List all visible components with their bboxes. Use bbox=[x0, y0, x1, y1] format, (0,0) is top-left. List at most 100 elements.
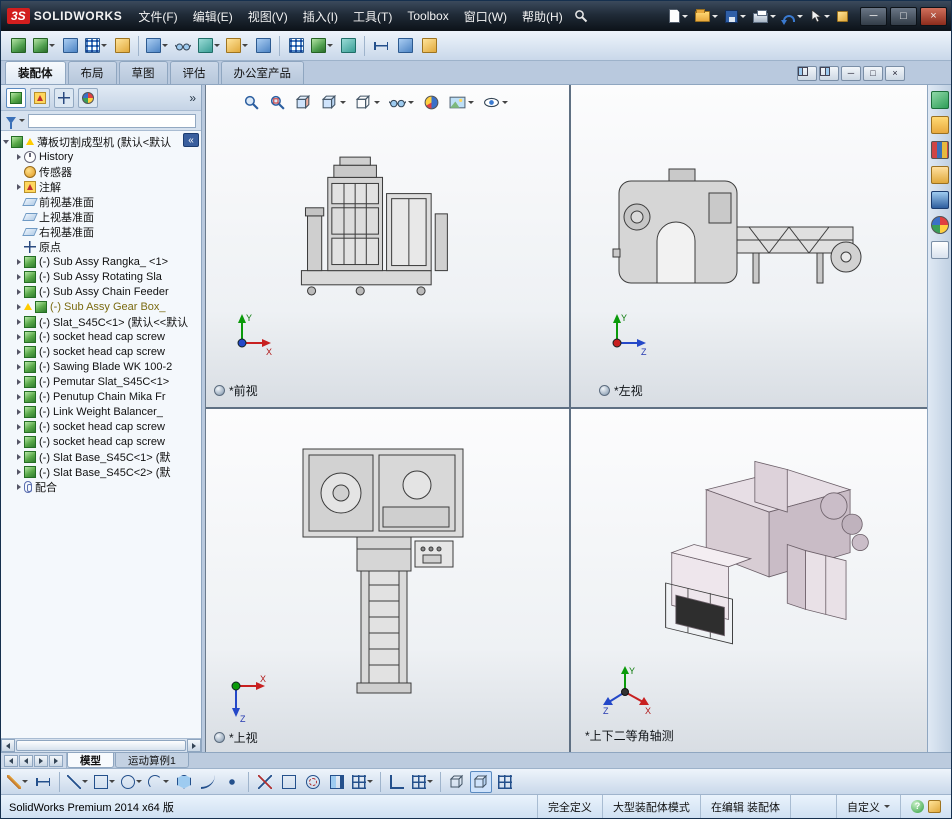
quick-snaps-button[interactable] bbox=[410, 771, 435, 793]
options-button[interactable] bbox=[834, 5, 851, 27]
tree-item-component[interactable]: (-) socket head cap screw bbox=[1, 434, 201, 449]
show-hidden-components-button[interactable] bbox=[172, 35, 194, 57]
linear-component-pattern-button[interactable] bbox=[83, 35, 109, 57]
new-motion-study-button[interactable] bbox=[252, 35, 274, 57]
scroll-right-button[interactable] bbox=[187, 739, 201, 752]
exploded-view-button[interactable] bbox=[309, 35, 335, 57]
mass-properties-button[interactable] bbox=[394, 35, 416, 57]
zoom-to-fit-button[interactable] bbox=[240, 91, 263, 113]
tab-sketch[interactable]: 草图 bbox=[118, 61, 168, 84]
scroll-left-button[interactable] bbox=[1, 739, 15, 752]
tree-item-component[interactable]: (-) Sub Assy Chain Feeder bbox=[1, 284, 201, 299]
appearances-icon[interactable] bbox=[930, 216, 949, 234]
smart-fasteners-button[interactable] bbox=[111, 35, 133, 57]
tree-item-mates[interactable]: 配合 bbox=[1, 479, 201, 494]
tab-office-products[interactable]: 办公室产品 bbox=[220, 61, 304, 84]
menu-help[interactable]: 帮助(H) bbox=[515, 3, 570, 30]
mate-button[interactable] bbox=[59, 35, 81, 57]
close-button[interactable]: × bbox=[920, 6, 947, 26]
reference-geometry-button[interactable] bbox=[224, 35, 250, 57]
tree-item-component[interactable]: (-) Slat Base_S45C<2> (默 bbox=[1, 464, 201, 479]
collapse-panel-button[interactable]: « bbox=[183, 133, 199, 147]
tab-motion-study[interactable]: 运动算例1 bbox=[115, 753, 189, 768]
mirror-entities-tool[interactable] bbox=[326, 771, 348, 793]
property-manager-tab[interactable] bbox=[30, 87, 50, 108]
custom-properties-icon[interactable] bbox=[930, 241, 949, 259]
apply-scene-button[interactable] bbox=[446, 91, 477, 113]
tree-item-right-plane[interactable]: 右视基准面 bbox=[1, 224, 201, 239]
doc-view-right-icon[interactable] bbox=[819, 66, 839, 81]
hide-show-items-button[interactable] bbox=[386, 91, 417, 113]
viewport-left[interactable]: Y Z *左视 bbox=[571, 85, 927, 407]
measure-button[interactable] bbox=[370, 35, 392, 57]
tree-item-component[interactable]: (-) socket head cap screw bbox=[1, 329, 201, 344]
menu-insert[interactable]: 插入(I) bbox=[296, 3, 345, 30]
design-library-icon[interactable] bbox=[930, 141, 949, 159]
menu-window[interactable]: 窗口(W) bbox=[457, 3, 514, 30]
tab-assembly[interactable]: 装配体 bbox=[5, 61, 66, 84]
tree-item-top-plane[interactable]: 上视基准面 bbox=[1, 209, 201, 224]
panel-overflow-chevron[interactable]: » bbox=[189, 91, 196, 105]
wireframe-display-button[interactable] bbox=[446, 771, 468, 793]
viewport-top[interactable]: X Z *上视 bbox=[206, 409, 569, 752]
interference-detection-button[interactable] bbox=[337, 35, 359, 57]
sketch-button[interactable] bbox=[5, 771, 30, 793]
undo-button[interactable] bbox=[780, 5, 806, 27]
tree-item-origin[interactable]: 原点 bbox=[1, 239, 201, 254]
feature-manager-tab[interactable] bbox=[6, 87, 26, 108]
tree-item-front-plane[interactable]: 前视基准面 bbox=[1, 194, 201, 209]
filter-funnel-icon[interactable] bbox=[6, 117, 16, 129]
doc-restore-button[interactable]: □ bbox=[863, 66, 883, 81]
line-tool[interactable] bbox=[65, 771, 90, 793]
tree-item-history[interactable]: History bbox=[1, 149, 201, 164]
doc-minimize-button[interactable]: ─ bbox=[841, 66, 861, 81]
search-icon[interactable] bbox=[571, 5, 591, 27]
trim-entities-tool[interactable] bbox=[254, 771, 276, 793]
viewport-front[interactable]: Y X *前视 bbox=[206, 85, 569, 407]
display-manager-tab[interactable] bbox=[78, 87, 98, 108]
filter-input[interactable] bbox=[28, 113, 196, 128]
minimize-button[interactable]: ─ bbox=[860, 6, 887, 26]
maximize-button[interactable]: □ bbox=[890, 6, 917, 26]
viewport-horizontal-splitter[interactable] bbox=[206, 407, 927, 409]
menu-view[interactable]: 视图(V) bbox=[241, 3, 295, 30]
scroll-first-button[interactable] bbox=[4, 754, 18, 767]
configuration-manager-tab[interactable] bbox=[54, 87, 74, 108]
equations-button[interactable] bbox=[418, 35, 440, 57]
save-button[interactable] bbox=[722, 5, 749, 27]
tab-layout[interactable]: 布局 bbox=[67, 61, 117, 84]
insert-components-button[interactable] bbox=[31, 35, 57, 57]
customize-menu-button[interactable]: 自定义 bbox=[836, 795, 900, 818]
viewport-isometric[interactable]: Y X Z *上下二等角轴测 bbox=[571, 409, 927, 752]
point-tool[interactable] bbox=[221, 771, 243, 793]
new-document-button[interactable] bbox=[666, 5, 691, 27]
tree-root-item[interactable]: 薄板切割成型机 (默认<默认 bbox=[1, 134, 201, 149]
tree-item-sensors[interactable]: 传感器 bbox=[1, 164, 201, 179]
tree-item-component[interactable]: (-) Sub Assy Rotating Sla bbox=[1, 269, 201, 284]
scroll-next-button[interactable] bbox=[34, 754, 48, 767]
edit-appearance-button[interactable] bbox=[420, 91, 443, 113]
move-component-button[interactable] bbox=[144, 35, 170, 57]
spline-tool[interactable] bbox=[197, 771, 219, 793]
circle-tool[interactable] bbox=[119, 771, 144, 793]
menu-tools[interactable]: 工具(T) bbox=[346, 3, 399, 30]
file-explorer-icon[interactable] bbox=[930, 166, 949, 184]
display-style-button[interactable] bbox=[352, 91, 383, 113]
menu-edit[interactable]: 编辑(E) bbox=[186, 3, 240, 30]
open-document-button[interactable] bbox=[692, 5, 721, 27]
tree-item-component[interactable]: (-) Link Weight Balancer_ bbox=[1, 404, 201, 419]
tree-item-component[interactable]: (-) Sawing Blade WK 100-2 bbox=[1, 359, 201, 374]
offset-entities-tool[interactable] bbox=[302, 771, 324, 793]
solidworks-resources-icon[interactable] bbox=[930, 91, 949, 109]
viewport-vertical-splitter[interactable] bbox=[569, 85, 571, 752]
scrollbar-thumb[interactable] bbox=[16, 740, 186, 751]
rectangle-tool[interactable] bbox=[92, 771, 117, 793]
section-view-button[interactable] bbox=[292, 91, 315, 113]
menu-file[interactable]: 文件(F) bbox=[131, 3, 184, 30]
tree-item-annotations[interactable]: 注解 bbox=[1, 179, 201, 194]
view-orientation-button[interactable] bbox=[318, 91, 349, 113]
quick-tips-icon[interactable] bbox=[928, 800, 941, 813]
selection-filter-button[interactable] bbox=[494, 771, 516, 793]
bill-of-materials-button[interactable] bbox=[285, 35, 307, 57]
tree-item-component[interactable]: (-) Penutup Chain Mika Fr bbox=[1, 389, 201, 404]
